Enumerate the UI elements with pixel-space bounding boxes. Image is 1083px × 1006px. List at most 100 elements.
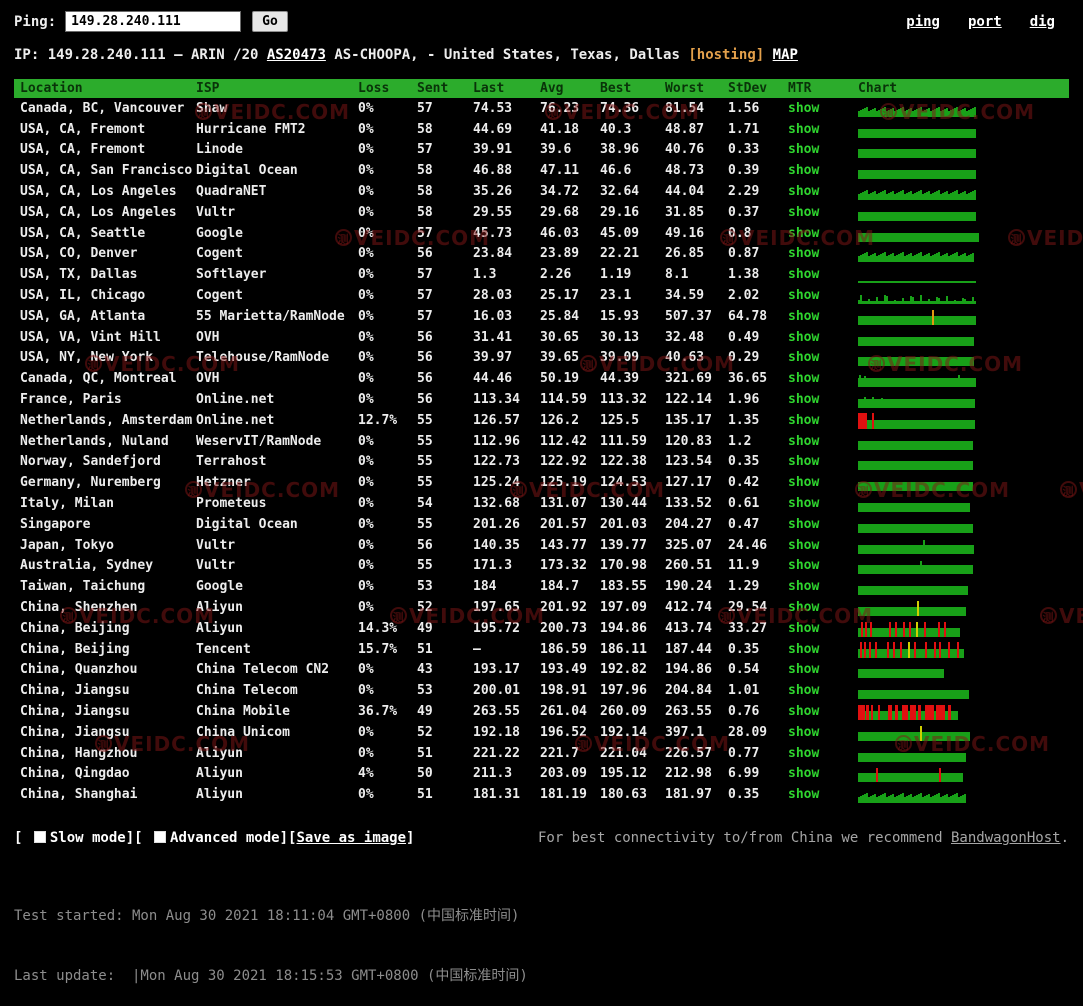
red-spike-mark xyxy=(871,705,873,720)
mtr-show-link[interactable]: show xyxy=(788,101,819,116)
chart-cell xyxy=(844,225,1069,242)
sent-cell: 57 xyxy=(417,100,433,116)
sent-cell: 55 xyxy=(417,475,433,491)
mtr-show-link[interactable]: show xyxy=(788,517,819,532)
ping-input[interactable] xyxy=(65,11,242,32)
port-tab-link[interactable]: port xyxy=(968,14,1002,30)
table-row: Norway, Sandefjord Terrahost 0% 55 122.73 122… xyxy=(14,452,1069,473)
isp-cell: OVH xyxy=(196,329,220,345)
column-header-best: Best xyxy=(600,81,632,96)
table-row: China, Hangzhou Aliyun 0% 51 221.22 221.7 221.… xyxy=(14,743,1069,764)
mtr-show-link[interactable]: show xyxy=(788,704,819,719)
mtr-show-link[interactable]: show xyxy=(788,350,819,365)
stdev-cell: 0.35 xyxy=(728,641,760,657)
mtr-show-link[interactable]: show xyxy=(788,330,819,345)
location-cell: China, Jiangsu xyxy=(20,724,130,740)
mtr-show-link[interactable]: show xyxy=(788,496,819,511)
mtr-show-link[interactable]: show xyxy=(788,787,819,802)
mtr-show-link[interactable]: show xyxy=(788,142,819,157)
save-as-image-link[interactable]: Save as image xyxy=(296,830,406,846)
loss-cell: 0% xyxy=(358,454,374,470)
sent-cell: 43 xyxy=(417,662,433,678)
avg-cell: 46.03 xyxy=(540,225,580,241)
location-cell: Canada, BC, Vancouver xyxy=(20,100,185,116)
sent-cell: 49 xyxy=(417,704,433,719)
mtr-show-link[interactable]: show xyxy=(788,538,819,553)
mtr-show-link[interactable]: show xyxy=(788,267,819,282)
mtr-show-link[interactable]: show xyxy=(788,579,819,594)
mtr-show-link[interactable]: show xyxy=(788,621,819,636)
location-cell: Canada, QC, Montreal xyxy=(20,371,177,387)
worst-cell: 133.52 xyxy=(665,496,712,512)
latency-sparkline xyxy=(858,495,970,513)
sent-cell: 56 xyxy=(417,371,433,387)
table-row: Australia, Sydney Vultr 0% 55 171.3 173.32 170… xyxy=(14,556,1069,577)
location-cell: Australia, Sydney xyxy=(20,558,154,574)
mtr-show-link[interactable]: show xyxy=(788,683,819,698)
mtr-show-link[interactable]: show xyxy=(788,205,819,220)
stdev-cell: 1.29 xyxy=(728,579,760,595)
stdev-cell: 0.39 xyxy=(728,163,760,179)
ip-info-text: IP: 149.28.240.111 – ARIN /20 xyxy=(14,47,267,63)
bracket: ] xyxy=(406,830,415,847)
mtr-show-link[interactable]: show xyxy=(788,600,819,615)
chart-cell xyxy=(844,557,1069,575)
best-cell: 180.63 xyxy=(600,787,647,803)
sent-cell: 57 xyxy=(417,225,433,241)
best-cell: 29.16 xyxy=(600,204,640,220)
mtr-show-link[interactable]: show xyxy=(788,392,819,407)
sent-cell: 51 xyxy=(417,787,433,803)
mtr-cell: show xyxy=(788,766,844,781)
loss-cell: 0% xyxy=(358,516,374,532)
ping-tab-link[interactable]: ping xyxy=(906,14,940,30)
mtr-show-link[interactable]: show xyxy=(788,434,819,449)
avg-cell: 193.49 xyxy=(540,662,587,678)
mtr-show-link[interactable]: show xyxy=(788,662,819,677)
mtr-show-link[interactable]: show xyxy=(788,288,819,303)
mtr-cell: show xyxy=(788,621,844,636)
mtr-show-link[interactable]: show xyxy=(788,184,819,199)
go-button[interactable]: Go xyxy=(252,11,288,32)
mtr-show-link[interactable]: show xyxy=(788,309,819,324)
mtr-show-link[interactable]: show xyxy=(788,371,819,386)
mtr-show-link[interactable]: show xyxy=(788,642,819,657)
red-spike-mark xyxy=(875,641,877,658)
bandwagonhost-link[interactable]: BandwagonHost xyxy=(951,830,1061,846)
mtr-show-link[interactable]: show xyxy=(788,226,819,241)
worst-cell: 44.04 xyxy=(665,184,705,200)
table-row: France, Paris Online.net 0% 56 113.34 114.59 1… xyxy=(14,389,1069,410)
mtr-show-link[interactable]: show xyxy=(788,454,819,469)
stdev-cell: 6.99 xyxy=(728,766,760,782)
worst-cell: 123.54 xyxy=(665,454,712,470)
location-cell: USA, TX, Dallas xyxy=(20,267,138,283)
latency-sparkline xyxy=(858,786,966,804)
sent-cell: 58 xyxy=(417,184,433,200)
worst-cell: 190.24 xyxy=(665,579,712,595)
mtr-show-link[interactable]: show xyxy=(788,246,819,261)
mtr-show-link[interactable]: show xyxy=(788,122,819,137)
mtr-show-link[interactable]: show xyxy=(788,746,819,761)
asn-link[interactable]: AS20473 xyxy=(267,47,326,63)
sent-cell: 49 xyxy=(417,620,433,636)
advanced-mode-checkbox[interactable] xyxy=(154,831,167,844)
avg-cell: 25.17 xyxy=(540,288,580,304)
table-row: USA, CO, Denver Cogent 0% 56 23.84 23.89 22.21… xyxy=(14,244,1069,265)
best-cell: 23.1 xyxy=(600,288,632,304)
loss-cell: 0% xyxy=(358,100,374,116)
table-row: USA, CA, Fremont Hurricane FMT2 0% 58 44.69 4… xyxy=(14,119,1069,140)
location-cell: Japan, Tokyo xyxy=(20,537,114,553)
mtr-show-link[interactable]: show xyxy=(788,413,819,428)
mtr-show-link[interactable]: show xyxy=(788,766,819,781)
table-row: USA, CA, Seattle Google 0% 57 45.73 46.03 45.0… xyxy=(14,223,1069,244)
mtr-show-link[interactable]: show xyxy=(788,163,819,178)
isp-cell: Aliyun xyxy=(196,766,243,782)
mtr-show-link[interactable]: show xyxy=(788,558,819,573)
chart-cell xyxy=(844,183,1069,201)
dig-tab-link[interactable]: dig xyxy=(1030,14,1055,30)
last-cell: 112.96 xyxy=(473,433,520,449)
sent-cell: 50 xyxy=(417,766,433,782)
mtr-show-link[interactable]: show xyxy=(788,475,819,490)
map-link[interactable]: MAP xyxy=(773,47,798,63)
slow-mode-checkbox[interactable] xyxy=(33,831,46,844)
mtr-show-link[interactable]: show xyxy=(788,725,819,740)
